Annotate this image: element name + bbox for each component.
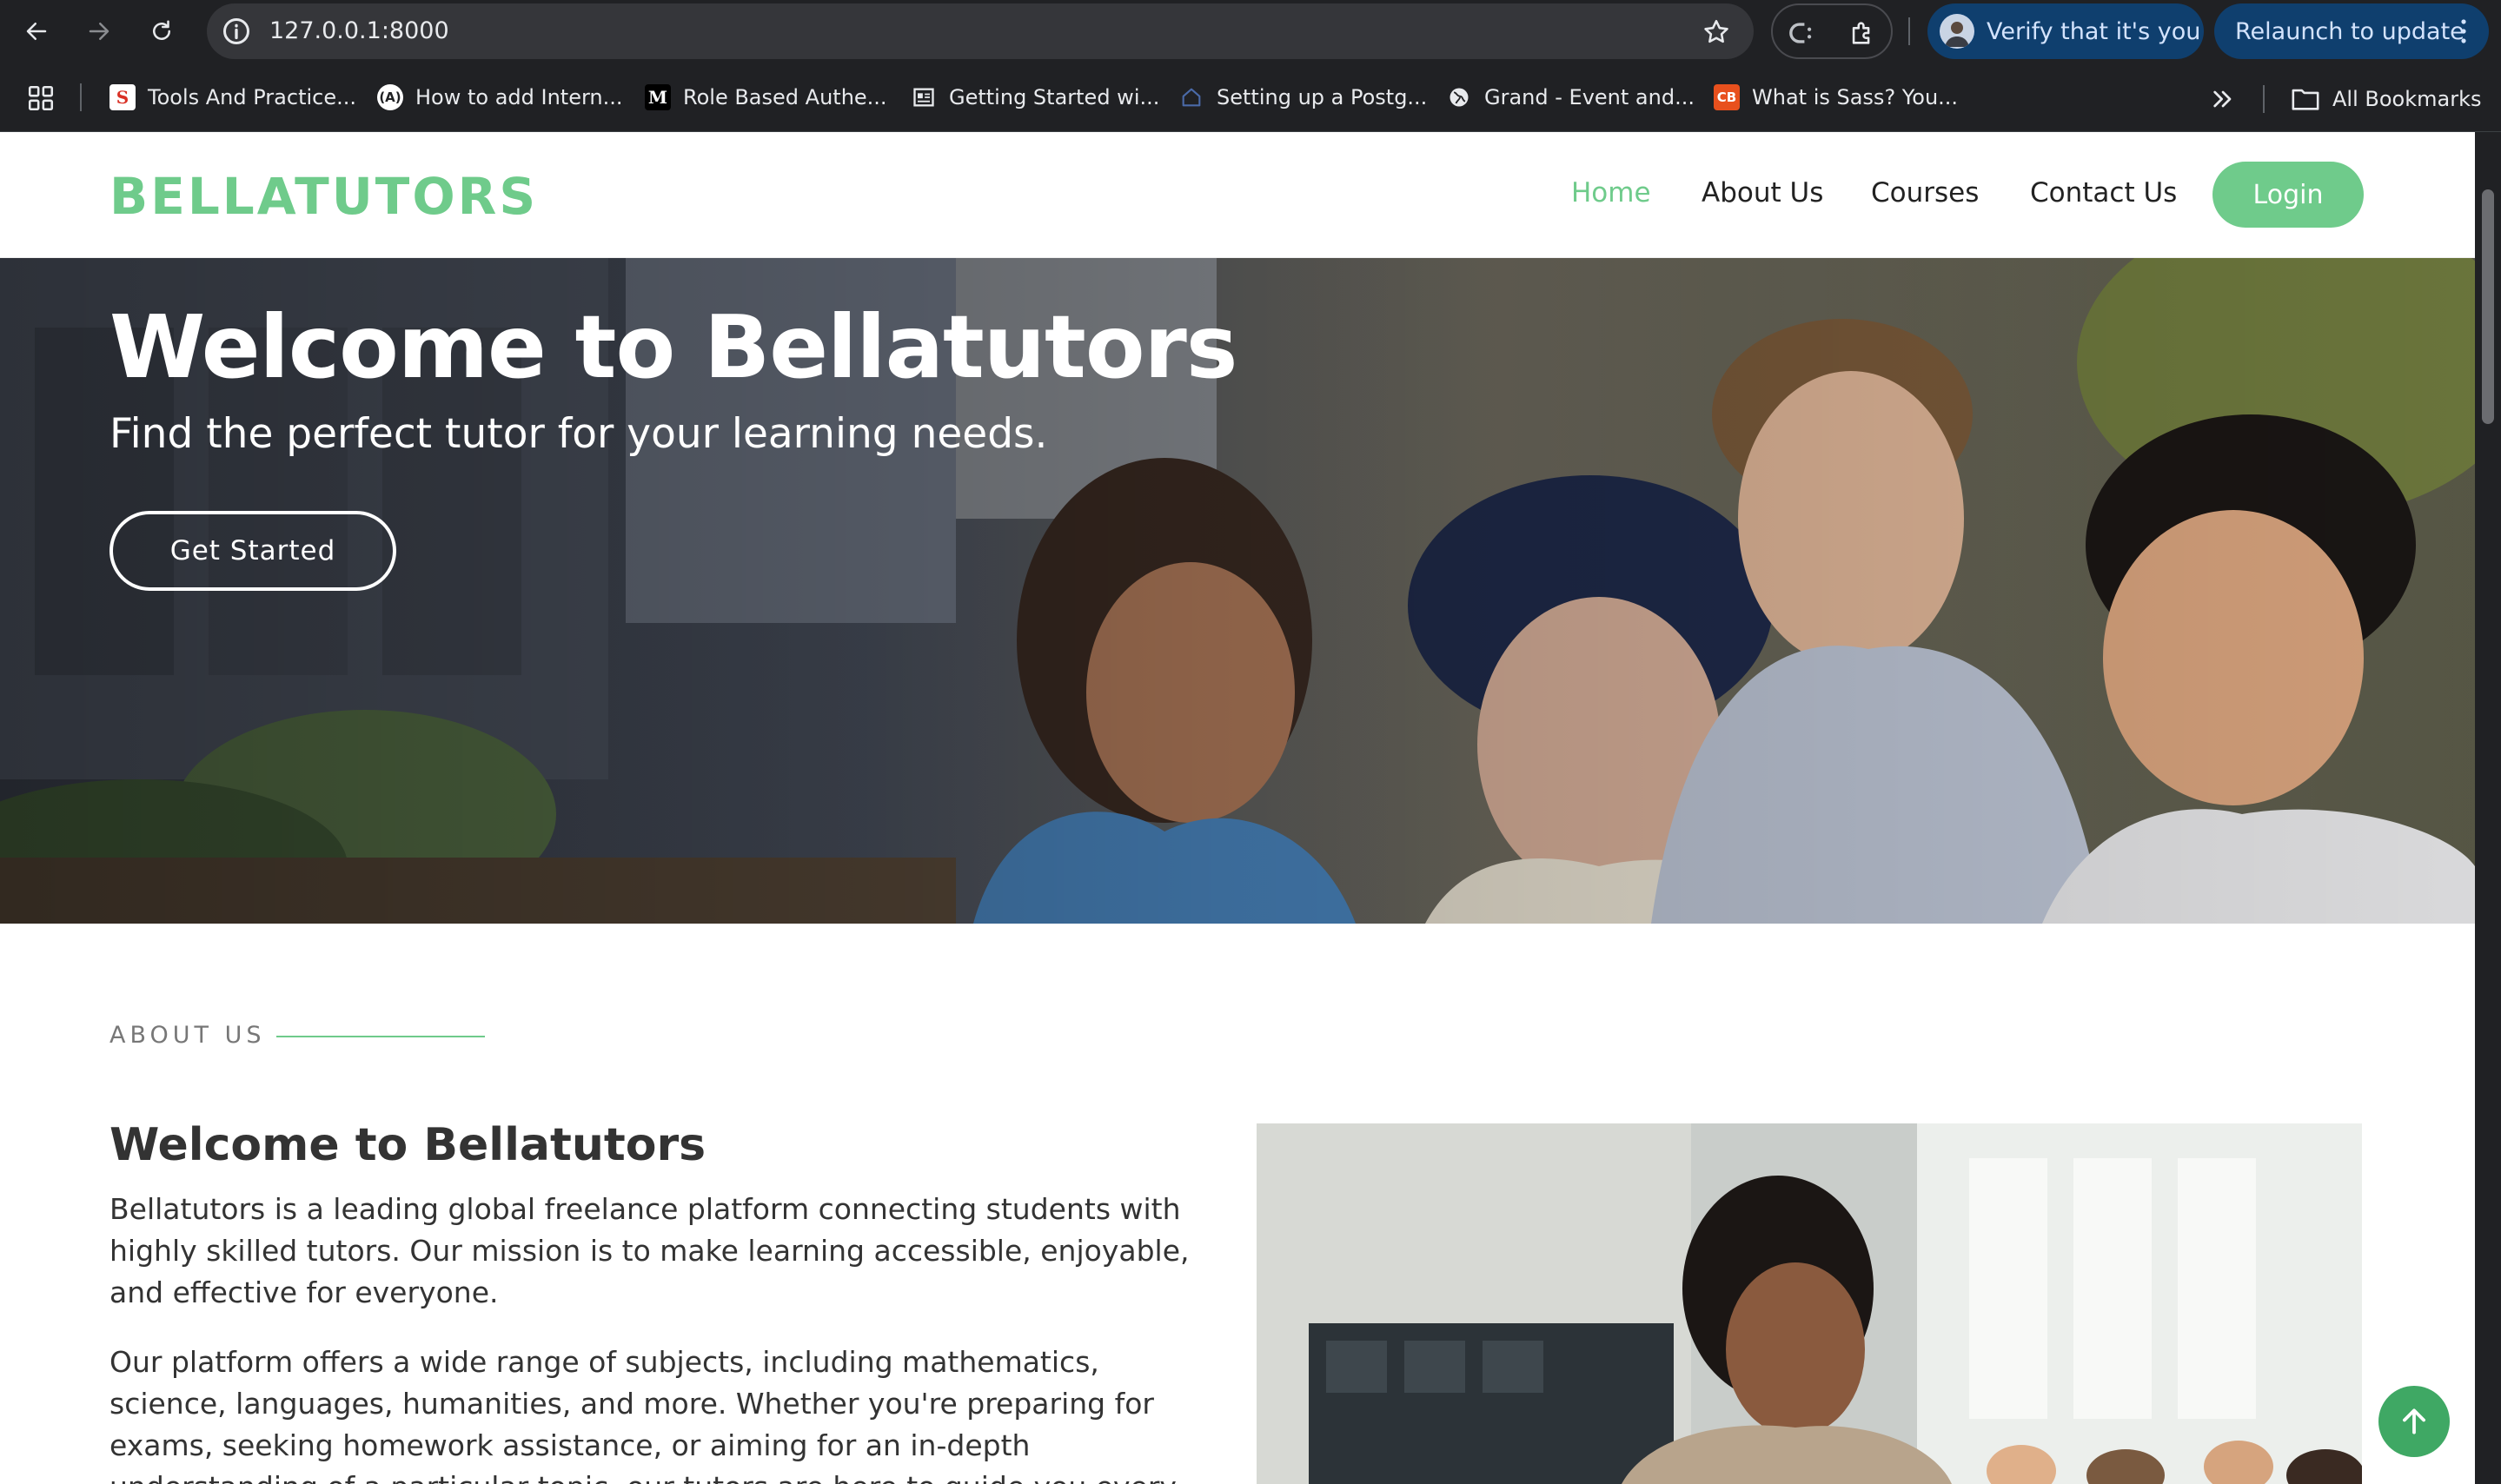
about-section-label: ABOUT US bbox=[109, 1022, 266, 1049]
about-paragraph-1: Bellatutors is a leading global freelanc… bbox=[109, 1192, 1190, 1309]
bookmark-label: Role Based Authe... bbox=[683, 85, 887, 109]
arrow-up-icon bbox=[2403, 1408, 2425, 1434]
double-chevron-right-icon[interactable] bbox=[2209, 85, 2237, 113]
about-image bbox=[1257, 1123, 2362, 1484]
back-button[interactable] bbox=[17, 12, 56, 50]
bookmark-item[interactable]: CB What is Sass? You... bbox=[1714, 82, 1958, 113]
angular-favicon-icon: (A) bbox=[377, 84, 403, 110]
nav-contact-us[interactable]: Contact Us bbox=[2030, 177, 2177, 209]
arrow-left-icon bbox=[26, 23, 47, 40]
forward-button[interactable] bbox=[80, 12, 118, 50]
reload-icon bbox=[153, 20, 170, 40]
about-heading: Welcome to Bellatutors bbox=[109, 1119, 707, 1171]
medium-favicon-icon: M bbox=[645, 84, 671, 110]
bookmarks-divider bbox=[2263, 85, 2265, 113]
bookmark-item[interactable]: (A) How to add Intern... bbox=[377, 82, 623, 113]
get-started-button[interactable]: Get Started bbox=[109, 511, 396, 591]
scroll-to-top-button[interactable] bbox=[2378, 1386, 2450, 1457]
browser-toolbar: 127.0.0.1:8000 Verify that it's you Rela… bbox=[0, 0, 2501, 63]
more-vert-icon[interactable] bbox=[2461, 19, 2466, 43]
bookmark-item[interactable]: Getting Started wi... bbox=[911, 82, 1159, 113]
scrollbar-thumb[interactable] bbox=[2482, 189, 2494, 424]
relaunch-button[interactable]: Relaunch to update bbox=[2214, 3, 2489, 59]
reload-button[interactable] bbox=[143, 12, 181, 50]
house-favicon-icon bbox=[1178, 84, 1204, 110]
globe-favicon-icon bbox=[1446, 84, 1472, 110]
bookmark-label: What is Sass? You... bbox=[1752, 85, 1959, 109]
bookmark-star-icon[interactable] bbox=[1702, 17, 1731, 47]
bookmark-label: Getting Started wi... bbox=[949, 85, 1160, 109]
hero-title: Welcome to Bellatutors bbox=[109, 296, 1237, 398]
bookmark-label: Tools And Practice... bbox=[148, 85, 356, 109]
site-logo[interactable]: BELLATUTORS bbox=[109, 167, 538, 226]
bookmark-label: Setting up a Postg... bbox=[1217, 85, 1428, 109]
login-button[interactable]: Login bbox=[2212, 162, 2364, 228]
all-bookmarks-label: All Bookmarks bbox=[2332, 87, 2482, 111]
profile-avatar bbox=[1940, 14, 1974, 49]
bookmarks-bar: S Tools And Practice... (A) How to add I… bbox=[0, 63, 2501, 132]
s-favicon-icon: S bbox=[109, 84, 136, 110]
document-favicon-icon bbox=[911, 84, 937, 110]
all-bookmarks-button[interactable]: All Bookmarks bbox=[2291, 82, 2481, 116]
about-label-rule bbox=[276, 1036, 485, 1037]
page-scrollbar[interactable] bbox=[2475, 132, 2501, 1484]
site-header: BELLATUTORS Home About Us Courses Contac… bbox=[0, 132, 2475, 258]
bookmark-label: How to add Intern... bbox=[415, 85, 623, 109]
url-text[interactable]: 127.0.0.1:8000 bbox=[269, 17, 449, 44]
toolbar-divider bbox=[1908, 17, 1910, 45]
bookmark-item[interactable]: M Role Based Authe... bbox=[645, 82, 887, 113]
bookmark-item[interactable]: S Tools And Practice... bbox=[109, 82, 356, 113]
verify-label: Verify that it's you bbox=[1987, 17, 2201, 45]
puzzle-icon[interactable] bbox=[1848, 18, 1877, 48]
site-info-icon[interactable] bbox=[221, 16, 252, 47]
bookmarks-divider bbox=[80, 83, 82, 111]
nav-courses[interactable]: Courses bbox=[1871, 177, 1979, 209]
bookmark-item[interactable]: Grand - Event and... bbox=[1446, 82, 1695, 113]
extensions-area bbox=[1771, 3, 1893, 59]
about-paragraph-2: Our platform offers a wide range of subj… bbox=[109, 1345, 1177, 1484]
bookmark-item[interactable]: Setting up a Postg... bbox=[1178, 82, 1427, 113]
apps-grid-icon[interactable] bbox=[26, 83, 56, 113]
nav-home[interactable]: Home bbox=[1571, 177, 1651, 209]
hero-section: Welcome to Bellatutors Find the perfect … bbox=[0, 258, 2475, 924]
address-bar[interactable]: 127.0.0.1:8000 bbox=[207, 3, 1754, 59]
extension-c-icon[interactable] bbox=[1788, 18, 1818, 48]
bookmark-label: Grand - Event and... bbox=[1484, 85, 1695, 109]
cb-favicon-icon: CB bbox=[1714, 84, 1740, 110]
relaunch-label: Relaunch to update bbox=[2235, 17, 2465, 45]
page-viewport: BELLATUTORS Home About Us Courses Contac… bbox=[0, 132, 2475, 1484]
nav-about-us[interactable]: About Us bbox=[1702, 177, 1823, 209]
arrow-right-icon bbox=[89, 23, 109, 40]
verify-identity-button[interactable]: Verify that it's you bbox=[1927, 3, 2204, 59]
hero-subtitle: Find the perfect tutor for your learning… bbox=[109, 410, 1048, 458]
folder-icon bbox=[2292, 89, 2319, 110]
